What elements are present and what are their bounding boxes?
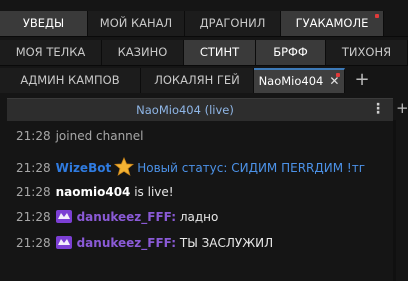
- tab-row-divider: [0, 36, 408, 37]
- chat-message: 21:28 naomio404 is live!: [16, 183, 174, 201]
- message-text: is live!: [134, 185, 174, 199]
- message-text: ладно: [179, 210, 219, 224]
- timestamp: 21:28: [16, 129, 51, 143]
- channel-header: NaoMio404 (live) ⋮: [7, 98, 393, 121]
- tab-label: МОЯ ТЕЛКА: [15, 45, 86, 59]
- chat-log[interactable]: 21:28 joined channel 21:28 WizeBot Новый ст…: [7, 122, 393, 281]
- unread-indicator: [336, 73, 340, 77]
- tab-label: КАЗИНО: [117, 45, 168, 59]
- subscriber-badge-icon: [55, 210, 72, 223]
- username[interactable]: WizeBot: [56, 161, 112, 175]
- tab-kazino[interactable]: КАЗИНО: [102, 40, 184, 65]
- tab-row-2: МОЯ ТЕЛКА КАЗИНО СТИНТ БРФФ ТИХОНЯ: [0, 40, 408, 65]
- tab-label: СТИНТ: [199, 45, 240, 59]
- tab-label: БРФФ: [273, 45, 308, 59]
- tab-row-1: УВЕДЫ МОЙ КАНАЛ ДРАГОНИЛ ГУАКАМОЛЕ: [0, 11, 408, 36]
- timestamp: 21:28: [16, 185, 51, 199]
- tab-moy-kanal[interactable]: МОЙ КАНАЛ: [88, 11, 185, 36]
- username[interactable]: danukeez_FFF:: [77, 210, 176, 224]
- tab-label: ТИХОНЯ: [341, 45, 392, 59]
- tab-lokalyan-gey[interactable]: ЛОКАЛЯН ГЕЙ: [141, 68, 254, 93]
- subscriber-badge-icon: [55, 236, 72, 249]
- tab-label: АДМИН КАМПОВ: [20, 73, 120, 87]
- tab-label: МОЙ КАНАЛ: [99, 16, 173, 30]
- tab-label: NaoMio404: [258, 74, 324, 88]
- timestamp: 21:28: [16, 210, 51, 224]
- tab-row-divider: [0, 65, 408, 66]
- tab-label: ГУАКАМОЛЕ: [295, 16, 369, 30]
- tab-label: ДРАГОНИЛ: [199, 16, 266, 30]
- tab-stint[interactable]: СТИНТ: [184, 40, 256, 65]
- chat-message: 21:28 danukeez_FFF: ладно: [16, 208, 218, 226]
- tab-moya-telka[interactable]: МОЯ ТЕЛКА: [0, 40, 102, 65]
- tab-dragonil[interactable]: ДРАГОНИЛ: [185, 11, 281, 36]
- add-split-button[interactable]: +: [396, 97, 408, 119]
- tab-row-3: АДМИН КАМПОВ ЛОКАЛЯН ГЕЙ NaoMio404 ✕ +: [0, 68, 408, 93]
- tab-guakamole[interactable]: ГУАКАМОЛЕ: [281, 11, 384, 36]
- unread-indicator: [375, 14, 379, 18]
- system-message: joined channel: [55, 129, 144, 143]
- tab-tikhonya[interactable]: ТИХОНЯ: [326, 40, 408, 65]
- tab-naomio404[interactable]: NaoMio404 ✕: [254, 68, 345, 93]
- chat-message: 21:28 WizeBot Новый статус: СИДИМ ПЕRRДИМ …: [16, 156, 365, 176]
- chat-scrollbar[interactable]: [393, 120, 396, 281]
- message-text: ТЫ ЗАСЛУЖИЛ: [179, 236, 274, 250]
- timestamp: 21:28: [16, 236, 51, 250]
- chat-message: 21:28 joined channel: [16, 127, 144, 145]
- tab-label: ЛОКАЛЯН ГЕЙ: [154, 73, 240, 87]
- message-text: Новый статус: СИДИМ ПЕRRДИМ !тг: [137, 161, 365, 175]
- star-badge-icon: [114, 156, 135, 181]
- add-tab-button[interactable]: +: [352, 68, 372, 93]
- tab-brff[interactable]: БРФФ: [256, 40, 326, 65]
- chat-message: 21:28 danukeez_FFF: ТЫ ЗАСЛУЖИЛ: [16, 234, 273, 252]
- timestamp: 21:28: [16, 161, 51, 175]
- tab-uvedy[interactable]: УВЕДЫ: [0, 11, 88, 36]
- tab-admin-kampov[interactable]: АДМИН КАМПОВ: [0, 68, 141, 93]
- channel-title[interactable]: NaoMio404 (live): [7, 99, 363, 121]
- username[interactable]: danukeez_FFF:: [77, 236, 176, 250]
- tab-label: УВЕДЫ: [22, 16, 65, 30]
- more-options-icon[interactable]: ⋮: [371, 99, 385, 121]
- username[interactable]: naomio404: [56, 185, 131, 199]
